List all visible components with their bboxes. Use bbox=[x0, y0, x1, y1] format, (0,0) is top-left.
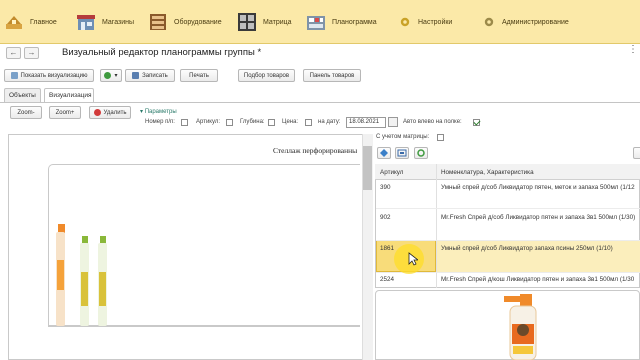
auto-left-checkbox[interactable] bbox=[473, 119, 480, 126]
matrix-label: С учетом матрицы: bbox=[376, 134, 430, 140]
add-item-button[interactable] bbox=[377, 147, 391, 159]
refresh-icon bbox=[104, 72, 112, 79]
table-row-article[interactable]: 390 bbox=[380, 184, 391, 191]
section-label: Главное bbox=[30, 18, 57, 26]
price-checkbox[interactable] bbox=[305, 119, 312, 126]
depth-label: Глубина: bbox=[240, 119, 265, 125]
zoom-in-label: Zoom+ bbox=[55, 109, 75, 116]
zoom-out-button[interactable]: Zoom- bbox=[10, 106, 42, 119]
print-button[interactable]: Печать bbox=[180, 69, 218, 82]
section-main[interactable]: Главное bbox=[4, 10, 57, 34]
panel-menu-button[interactable] bbox=[633, 147, 640, 159]
mouse-cursor-icon bbox=[408, 252, 418, 266]
section-label: Администрирование bbox=[502, 18, 569, 26]
shelving-icon bbox=[150, 14, 166, 30]
store-icon bbox=[77, 15, 95, 30]
delete-label: Удалить bbox=[103, 109, 127, 116]
print-label: Печать bbox=[189, 72, 209, 79]
table-row-name[interactable]: Mr.Fresh Спрей д/соб Ликвидатор пятен и … bbox=[441, 214, 635, 221]
back-button[interactable]: ← bbox=[6, 47, 21, 59]
price-label: Цена: bbox=[282, 119, 299, 125]
zoom-out-label: Zoom- bbox=[17, 109, 35, 116]
table-row-article[interactable]: 1861 bbox=[380, 245, 394, 252]
product-bottle[interactable] bbox=[56, 224, 65, 326]
sections-panel: Главное Магазины Оборудование Матрица Пл… bbox=[0, 0, 640, 44]
canvas-scroll-thumb[interactable] bbox=[363, 146, 372, 190]
admin-icon bbox=[484, 17, 494, 27]
col-header-article[interactable]: Артикул bbox=[380, 169, 403, 176]
planogram-icon bbox=[307, 16, 325, 30]
table-row-name[interactable]: Умный спрей д/соб Ликвидатор запаха псин… bbox=[441, 245, 613, 252]
write-button[interactable]: Записать bbox=[125, 69, 175, 82]
params-toggle[interactable]: ▾ Параметры bbox=[140, 108, 177, 115]
forward-button[interactable]: → bbox=[24, 47, 39, 59]
section-label: Магазины bbox=[102, 18, 135, 26]
visualization-icon bbox=[10, 72, 18, 79]
column-divider bbox=[436, 164, 437, 288]
refresh-list-button[interactable] bbox=[414, 147, 428, 159]
depth-checkbox[interactable] bbox=[268, 119, 275, 126]
section-equipment[interactable]: Оборудование bbox=[148, 10, 222, 34]
matrix-checkbox[interactable] bbox=[437, 134, 444, 141]
tab-objects[interactable]: Объекты bbox=[4, 88, 41, 102]
calendar-icon[interactable] bbox=[388, 117, 398, 127]
matrix-icon bbox=[238, 13, 256, 31]
date-label: на дату: bbox=[318, 119, 341, 125]
product-bottle[interactable] bbox=[80, 236, 89, 326]
table-row-name[interactable]: Mr.Fresh Спрей д/кош Ликвидатор пятен и … bbox=[441, 276, 634, 283]
table-row-article[interactable]: 902 bbox=[380, 214, 391, 221]
num-label: Номер п/п: bbox=[145, 119, 175, 125]
list-icon bbox=[397, 149, 407, 157]
article-checkbox[interactable] bbox=[226, 119, 233, 126]
refresh-dropdown-glyph: ▾ bbox=[114, 73, 118, 79]
table-row-name[interactable]: Умный спрей д/соб Ликвидатор пятен, мето… bbox=[441, 184, 635, 191]
save-icon bbox=[132, 72, 140, 79]
section-planogram[interactable]: Планограмма bbox=[306, 10, 377, 34]
section-settings[interactable]: Настройки bbox=[398, 10, 452, 34]
section-label: Настройки bbox=[418, 18, 453, 26]
table-row-article[interactable]: 2524 bbox=[380, 276, 394, 283]
num-checkbox[interactable] bbox=[181, 119, 188, 126]
section-admin[interactable]: Администрирование bbox=[482, 10, 569, 34]
product-image bbox=[504, 294, 537, 360]
shelf-title: Стеллаж перфорированны bbox=[273, 146, 358, 155]
diamond-icon bbox=[380, 149, 388, 157]
pick-goods-button[interactable]: Подбор товаров bbox=[238, 69, 295, 82]
zoom-in-button[interactable]: Zoom+ bbox=[49, 106, 81, 119]
home-icon bbox=[6, 16, 22, 29]
section-label: Матрица bbox=[263, 18, 292, 26]
params-toggle-label: Параметры bbox=[144, 109, 177, 115]
tab-visualization[interactable]: Визуализация bbox=[44, 88, 94, 103]
goods-panel-button[interactable]: Панель товаров bbox=[303, 69, 361, 82]
page-title: Визуальный редактор планограммы группы * bbox=[62, 47, 262, 58]
section-matrix[interactable]: Матрица bbox=[237, 10, 292, 34]
section-label: Планограмма bbox=[332, 18, 377, 26]
write-label: Записать bbox=[142, 72, 168, 79]
product-bottle[interactable] bbox=[98, 236, 107, 326]
delete-button[interactable]: Удалить bbox=[89, 106, 131, 119]
more-icon[interactable]: ⋮ bbox=[628, 44, 638, 55]
col-header-name[interactable]: Номенклатура, Характеристика bbox=[441, 169, 534, 176]
show-visualization-button[interactable]: Показать визуализацию bbox=[4, 69, 94, 82]
section-stores[interactable]: Магазины bbox=[76, 10, 134, 34]
auto-left-label: Авто влево на полке: bbox=[403, 119, 462, 125]
select-item-button[interactable] bbox=[395, 147, 409, 159]
tab-divider bbox=[0, 102, 640, 103]
date-field[interactable]: 18.08.2021 bbox=[346, 117, 386, 128]
row-divider bbox=[376, 240, 640, 241]
row-divider bbox=[376, 208, 640, 209]
delete-icon bbox=[93, 109, 101, 116]
goods-panel-label: Панель товаров bbox=[309, 72, 355, 79]
refresh-dropdown-button[interactable]: ▾ bbox=[100, 69, 122, 82]
refresh-icon bbox=[417, 149, 425, 157]
settings-icon bbox=[400, 17, 410, 27]
article-label: Артикул: bbox=[196, 119, 221, 125]
show-visualization-label: Показать визуализацию bbox=[20, 72, 88, 79]
section-label: Оборудование bbox=[174, 18, 222, 26]
shelf-products[interactable] bbox=[52, 220, 116, 328]
pick-goods-label: Подбор товаров bbox=[243, 72, 290, 79]
